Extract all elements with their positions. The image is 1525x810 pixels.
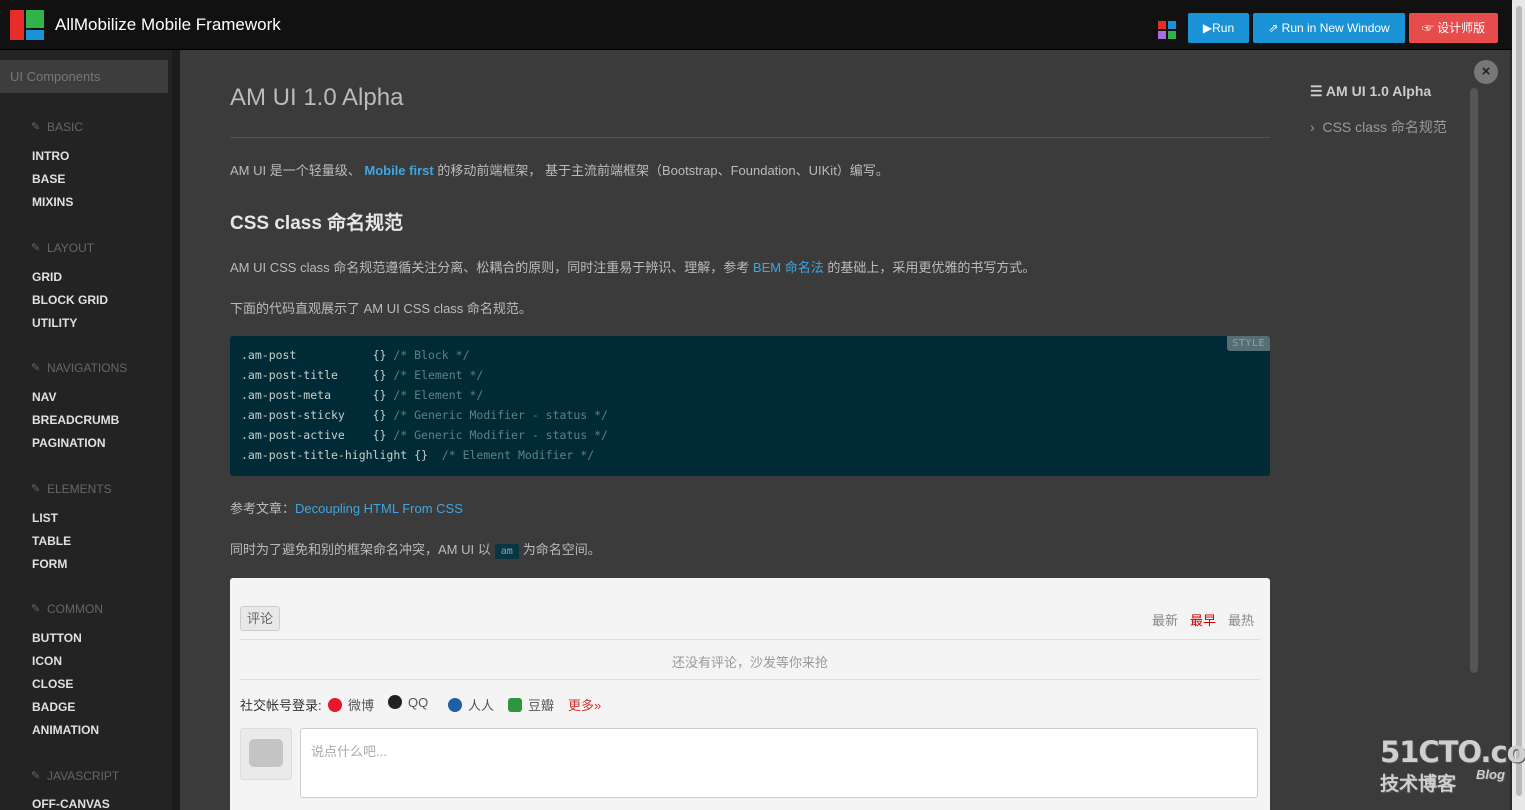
- reference-paragraph: 参考文章：Decoupling HTML From CSS: [230, 498, 463, 517]
- title-divider: [230, 137, 1270, 138]
- comment-divider: [240, 639, 1260, 640]
- sidebar-item-pagination[interactable]: PAGINATION: [32, 436, 106, 450]
- qq-icon: [388, 695, 402, 709]
- login-qq[interactable]: QQ: [388, 695, 428, 710]
- sort-earliest[interactable]: 最早: [1190, 610, 1216, 629]
- comment-box: 评论 最新 最早 最热 还没有评论，沙发等你来抢 社交帐号登录: 微博 QQ 人…: [230, 578, 1270, 810]
- sidebar-item-off-canvas[interactable]: OFF-CANVAS: [32, 797, 110, 810]
- theme-grid-icon[interactable]: [1158, 21, 1176, 39]
- sidebar-item-intro[interactable]: INTRO: [32, 149, 69, 163]
- window-scrollbar-thumb[interactable]: [1516, 6, 1522, 796]
- social-login-label: 社交帐号登录:: [240, 698, 322, 713]
- sidebar-item-close[interactable]: CLOSE: [32, 677, 73, 691]
- tag-icon: ✎: [31, 121, 41, 133]
- watermark-blog: Blog: [1476, 767, 1505, 782]
- namespace-paragraph: 同时为了避免和别的框架命名冲突，AM UI 以 am 为命名空间。: [230, 539, 601, 559]
- bem-link[interactable]: BEM 命名法: [753, 260, 824, 275]
- tag-icon: ✎: [31, 483, 41, 495]
- sidebar-item-list[interactable]: LIST: [32, 511, 58, 525]
- close-button[interactable]: ×: [1474, 60, 1498, 84]
- section-heading: CSS class 命名规范: [230, 213, 404, 234]
- login-renren[interactable]: 人人: [448, 695, 494, 714]
- code-language-tag: STYLE: [1227, 336, 1270, 351]
- toc-item[interactable]: › CSS class 命名规范: [1310, 117, 1447, 137]
- sort-hottest[interactable]: 最热: [1228, 610, 1254, 629]
- toc-title[interactable]: ☰ AM UI 1.0 Alpha: [1310, 83, 1431, 100]
- comment-input[interactable]: 说点什么吧...: [300, 728, 1258, 798]
- code-block: STYLE .am-post {} /* Block */ .am-post-t…: [230, 336, 1270, 476]
- watermark-sub: 技术博客: [1380, 774, 1457, 795]
- sidebar-item-mixins[interactable]: MIXINS: [32, 195, 73, 209]
- comments-tab[interactable]: 评论: [240, 606, 281, 631]
- namespace-text-end: 为命名空间。: [522, 542, 601, 557]
- code-line: .am-post-active {} /* Generic Modifier -…: [241, 428, 608, 442]
- douban-icon: [508, 698, 522, 712]
- weibo-icon: [328, 698, 342, 712]
- sidebar-item-table[interactable]: TABLE: [32, 534, 71, 548]
- watermark-main: 51CTO.com: [1380, 735, 1525, 769]
- tag-icon: ✎: [31, 770, 41, 782]
- namespace-code: am: [494, 544, 519, 559]
- mobile-first-link[interactable]: Mobile first: [364, 163, 433, 178]
- renren-icon: [448, 698, 462, 712]
- reference-label: 参考文章：: [230, 501, 296, 516]
- sidebar-item-button[interactable]: BUTTON: [32, 631, 82, 645]
- sort-newest[interactable]: 最新: [1152, 610, 1178, 629]
- login-weibo[interactable]: 微博: [328, 695, 374, 714]
- chat-bubble-icon: [249, 739, 283, 767]
- naming-paragraph: AM UI CSS class 命名规范遵循关注分离、松耦合的原则，同时注重易于…: [230, 257, 1035, 276]
- sidebar-item-form[interactable]: FORM: [32, 557, 67, 571]
- code-line: .am-post-sticky {} /* Generic Modifier -…: [241, 408, 608, 422]
- run-label: ▶Run: [1202, 21, 1235, 35]
- naming-text-start: AM UI CSS class 命名规范遵循关注分离、松耦合的原则，同时注重易于…: [230, 260, 750, 275]
- sidebar-item-grid[interactable]: GRID: [32, 270, 62, 284]
- intro-text-start: AM UI 是一个轻量级、: [230, 163, 361, 178]
- sidebar-item-breadcrumb[interactable]: BREADCRUMB: [32, 413, 119, 427]
- sidebar-item-nav[interactable]: NAV: [32, 390, 56, 404]
- app-title: AllMobilize Mobile Framework: [55, 15, 281, 34]
- sidebar-item-animation[interactable]: ANIMATION: [32, 723, 99, 737]
- hand-pointer-icon: ☞: [1421, 21, 1434, 35]
- external-link-icon: ⇗: [1268, 21, 1279, 35]
- code-line: .am-post {} /* Block */: [241, 348, 470, 362]
- sidebar: UI Components ✎ BASIC INTRO BASE MIXINS ✎…: [0, 50, 172, 810]
- sidebar-divider: [172, 50, 180, 810]
- sidebar-header[interactable]: UI Components: [0, 60, 168, 93]
- naming-text-end: 的基础上，采用更优雅的书写方式。: [827, 260, 1036, 275]
- comment-divider: [240, 679, 1260, 680]
- namespace-text-start: 同时为了避免和别的框架命名冲突，AM UI 以: [230, 542, 491, 557]
- sidebar-item-base[interactable]: BASE: [32, 172, 65, 186]
- code-line: .am-post-title-highlight {} /* Element M…: [241, 448, 595, 462]
- decoupling-article-link[interactable]: Decoupling HTML From CSS: [295, 501, 463, 516]
- avatar: [240, 728, 292, 780]
- intro-text-end: 的移动前端框架， 基于主流前端框架（Bootstrap、Foundation、U…: [437, 163, 889, 178]
- page-title: AM UI 1.0 Alpha: [230, 84, 404, 111]
- no-comments-text: 还没有评论，沙发等你来抢: [671, 655, 828, 670]
- main-content: AM UI 1.0 Alpha AM UI 是一个轻量级、 Mobile fir…: [180, 50, 1510, 810]
- chevron-right-icon: ›: [1310, 119, 1323, 135]
- app-logo: [10, 10, 44, 40]
- tag-icon: ✎: [31, 242, 41, 254]
- code-line: .am-post-meta {} /* Element */: [241, 388, 484, 402]
- sidebar-item-icon[interactable]: ICON: [32, 654, 62, 668]
- login-douban[interactable]: 豆瓣: [508, 695, 554, 714]
- sidebar-item-badge[interactable]: BADGE: [32, 700, 75, 714]
- content-scrollbar[interactable]: [1470, 88, 1478, 673]
- code-intro-paragraph: 下面的代码直观展示了 AM UI CSS class 命名规范。: [230, 301, 532, 316]
- run-button[interactable]: ▶Run: [1188, 13, 1249, 43]
- run-new-window-button[interactable]: ⇗ Run in New Window: [1253, 13, 1405, 43]
- intro-paragraph: AM UI 是一个轻量级、 Mobile first 的移动前端框架， 基于主流…: [230, 160, 889, 179]
- designer-edition-label: 设计师版: [1437, 21, 1486, 35]
- more-login-link[interactable]: 更多»: [568, 695, 601, 714]
- top-bar: AllMobilize Mobile Framework ▶Run ⇗ Run …: [0, 0, 1525, 50]
- list-icon: ☰: [1310, 83, 1326, 99]
- watermark: 51CTO.com 技术博客 Blog: [1380, 735, 1525, 797]
- tag-icon: ✎: [31, 362, 41, 374]
- tag-icon: ✎: [31, 603, 41, 615]
- sidebar-item-block-grid[interactable]: BLOCK GRID: [32, 293, 108, 307]
- code-line: .am-post-title {} /* Element */: [241, 368, 484, 382]
- sidebar-item-utility[interactable]: UTILITY: [32, 316, 77, 330]
- designer-edition-button[interactable]: ☞ 设计师版: [1409, 13, 1498, 43]
- run-new-window-label: Run in New Window: [1281, 21, 1390, 35]
